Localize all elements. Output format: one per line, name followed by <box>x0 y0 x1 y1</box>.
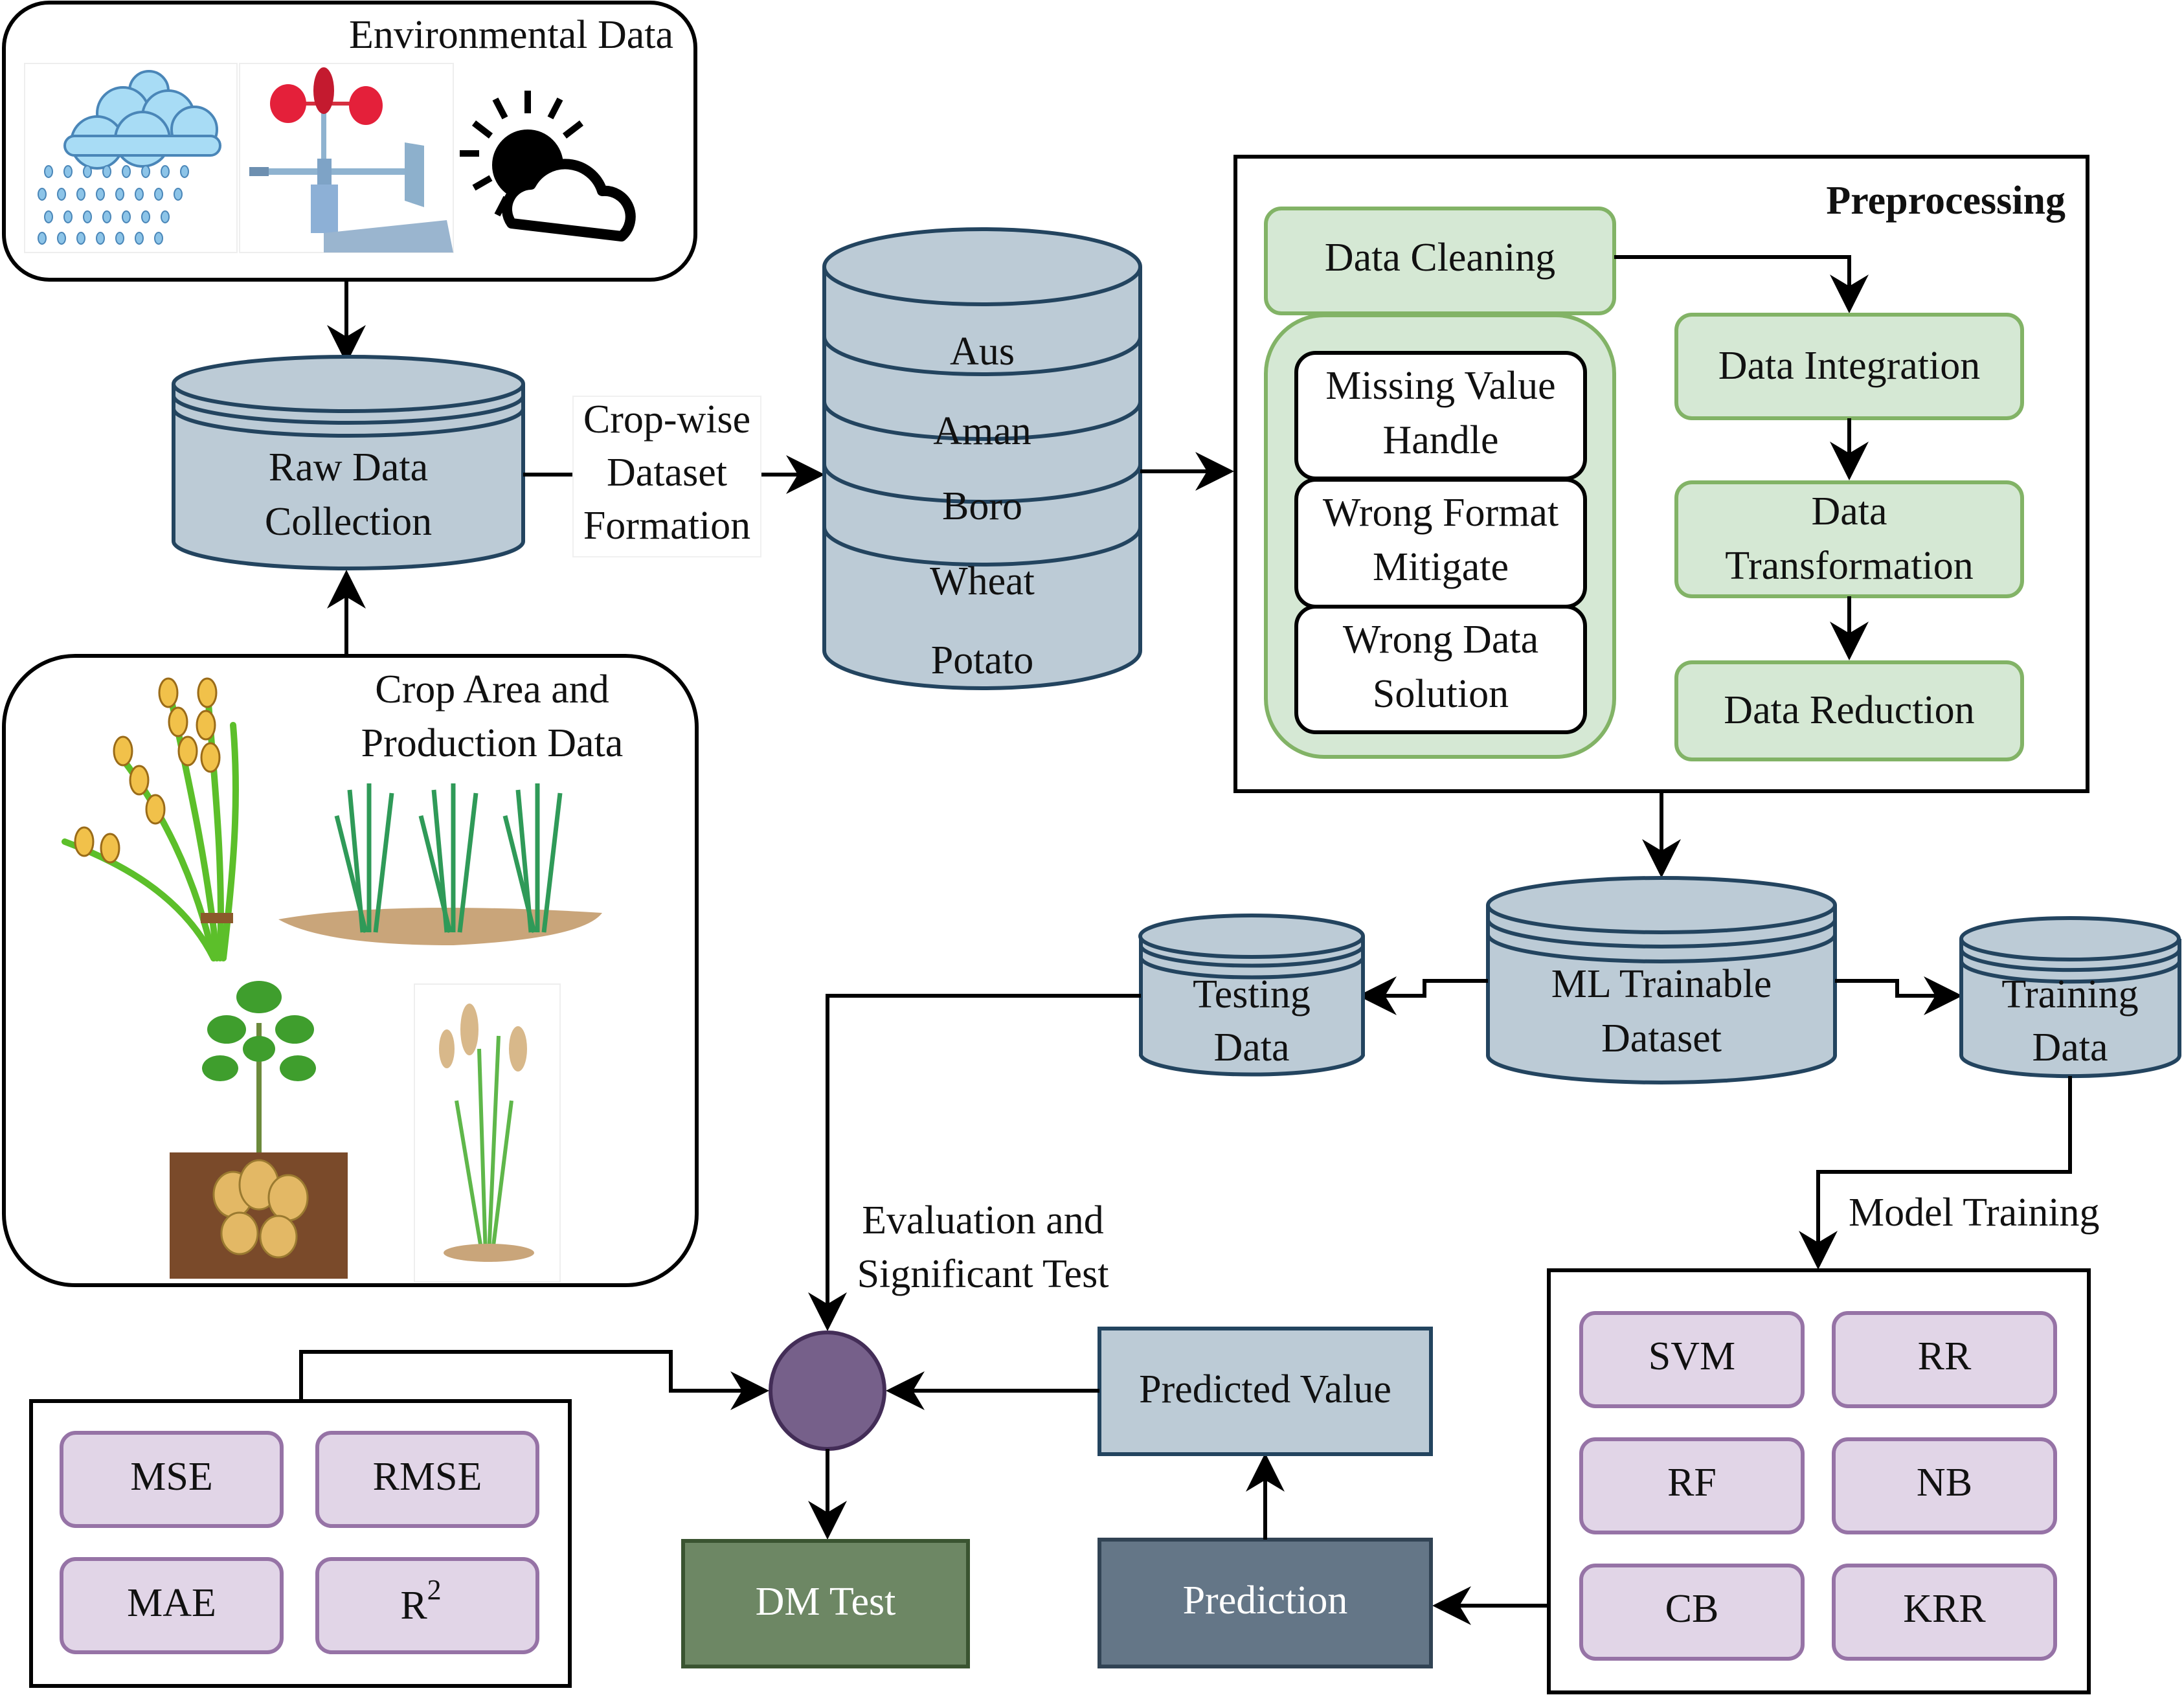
predicted-value-label: Predicted Value <box>1139 1367 1391 1411</box>
metric-rmse-label: RMSE <box>373 1455 482 1499</box>
prediction-box: Prediction <box>1098 1538 1433 1668</box>
model-training-label: Model Training <box>1849 1191 2100 1235</box>
crop-item-wheat: Wheat <box>930 559 1035 603</box>
model-rf-label: RF <box>1667 1461 1717 1505</box>
cropwise-line3: Formation <box>583 504 750 548</box>
testing-data-db: Testing Data <box>1138 914 1365 1077</box>
testing-data-line1: Testing <box>1193 972 1311 1016</box>
anemometer-icon <box>239 63 454 253</box>
evaluation-label-line1: Evaluation and <box>862 1198 1104 1242</box>
metric-mae-label: MAE <box>127 1581 216 1625</box>
ml-dataset-line2: Dataset <box>1601 1016 1722 1061</box>
crop-item-aman: Aman <box>933 409 1031 453</box>
metric-r2 <box>315 1557 539 1654</box>
model-cb-label: CB <box>1665 1587 1719 1631</box>
metric-r2-base: R <box>400 1584 427 1628</box>
data-cleaning-label: Data Cleaning <box>1325 236 1555 280</box>
raw-data-label-line1: Raw Data <box>269 445 428 489</box>
raw-data-collection-db: Raw Data Collection <box>172 355 525 570</box>
edge-ml-to-testing <box>1358 976 1488 1015</box>
model-krr-label: KRR <box>1903 1587 1986 1631</box>
crop-area-panel: Crop Area and Production Data <box>2 654 699 1287</box>
predicted-value-box: Predicted Value <box>1098 1327 1433 1456</box>
crops-database: Aus Aman Boro Wheat Potato <box>822 227 1142 690</box>
ml-trainable-dataset-db: ML Trainable Dataset <box>1486 876 1837 1084</box>
workflow-diagram: Environmental Data Raw Data Collection C… <box>2 1 2181 1694</box>
metric-r2-superscript: 2 <box>427 1574 442 1606</box>
dm-test-label: DM Test <box>756 1580 896 1624</box>
dm-test-box: DM Test <box>681 1539 970 1668</box>
model-rr-label: RR <box>1918 1334 1972 1378</box>
substep-missing-value-line1: Missing Value <box>1325 364 1555 408</box>
models-panel: SVM RR RF NB CB KRR <box>1547 1268 2091 1694</box>
cropwise-dataset-formation-label: Crop-wise Dataset Formation <box>572 396 761 557</box>
edge-training-to-models <box>1799 1076 2072 1270</box>
substep-wrong-format-line2: Mitigate <box>1373 545 1509 589</box>
rice-plant-icon <box>414 983 561 1283</box>
training-data-line1: Training <box>2001 972 2138 1016</box>
evaluation-node <box>769 1330 886 1451</box>
metrics-panel: MSE RMSE MAE R2 <box>29 1399 572 1688</box>
prediction-label: Prediction <box>1183 1578 1348 1622</box>
training-data-line2: Data <box>2032 1026 2108 1070</box>
crop-item-potato: Potato <box>931 638 1033 682</box>
data-reduction-label: Data Reduction <box>1724 688 1974 732</box>
crop-area-title-line1: Crop Area and <box>375 668 609 712</box>
ml-dataset-line1: ML Trainable <box>1551 962 1772 1006</box>
metric-mse-label: MSE <box>130 1455 212 1499</box>
crop-item-aus: Aus <box>950 330 1015 374</box>
model-svm-label: SVM <box>1649 1334 1735 1378</box>
cropwise-line1: Crop-wise <box>583 398 750 442</box>
environmental-data-title: Environmental Data <box>349 13 673 57</box>
substep-wrong-format-line1: Wrong Format <box>1323 491 1559 535</box>
rain-cloud-icon <box>24 63 238 253</box>
substep-wrong-data-line2: Solution <box>1373 672 1509 716</box>
edge-ml-to-training <box>1835 976 1963 1015</box>
edge-metrics-to-evaluation <box>299 1350 769 1410</box>
crop-item-boro: Boro <box>942 484 1022 528</box>
data-integration-label: Data Integration <box>1718 344 1981 388</box>
data-transformation-line1: Data <box>1811 489 1887 533</box>
training-data-db: Training Data <box>1959 916 2181 1079</box>
data-transformation-line2: Transformation <box>1725 544 1973 588</box>
preprocessing-panel: Preprocessing Data Cleaning Missing Valu… <box>1233 155 2089 793</box>
environmental-data-panel: Environmental Data <box>2 1 697 282</box>
cropwise-line2: Dataset <box>607 451 727 495</box>
crop-area-title-line2: Production Data <box>361 721 624 765</box>
preprocessing-title: Preprocessing <box>1826 179 2066 223</box>
evaluation-label-line2: Significant Test <box>857 1252 1109 1296</box>
model-nb-label: NB <box>1917 1461 1972 1505</box>
testing-data-line2: Data <box>1213 1026 1289 1070</box>
substep-missing-value-line2: Handle <box>1382 418 1498 462</box>
substep-wrong-data-line1: Wrong Data <box>1343 618 1538 662</box>
raw-data-label-line2: Collection <box>265 500 432 544</box>
